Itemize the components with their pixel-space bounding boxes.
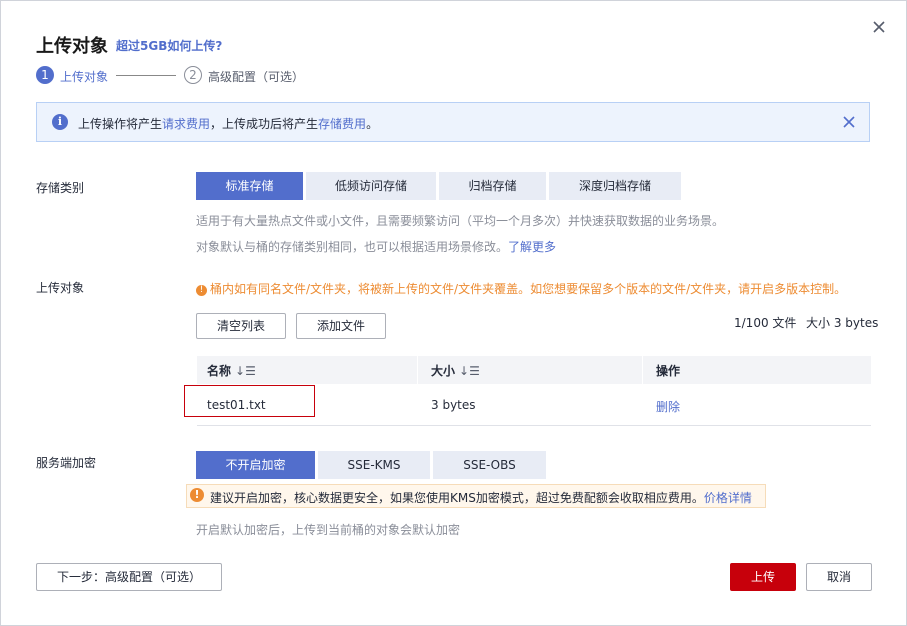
upload-button[interactable]: 上传 xyxy=(730,563,796,591)
sort-icon[interactable]: ↓☰ xyxy=(459,364,480,378)
column-name-label: 名称 xyxy=(207,364,232,378)
storage-class-archive[interactable]: 归档存储 xyxy=(439,172,546,200)
storage-class-hint-2-text: 对象默认与桶的存储类别相同，也可以根据适用场景修改。 xyxy=(196,240,509,254)
file-size-cell: 3 bytes xyxy=(431,398,476,412)
delete-file-link[interactable]: 删除 xyxy=(656,398,680,415)
step-2-label: 高级配置（可选） xyxy=(208,70,305,84)
file-count: 1/100 文件 xyxy=(734,316,797,330)
close-notice-icon[interactable] xyxy=(842,115,856,129)
encryption-warning-message: 建议开启加密，核心数据更安全，如果您使用KMS加密模式，超过免费配额会收取相应费… xyxy=(210,491,704,505)
info-icon: i xyxy=(52,114,68,130)
encryption-selector: 不开启加密 SSE-KMS SSE-OBS xyxy=(196,451,549,479)
overwrite-warning-text: 桶内如有同名文件/文件夹，将被新上传的文件/文件夹覆盖。如您想要保留多个版本的文… xyxy=(210,282,847,296)
encryption-sse-obs[interactable]: SSE-OBS xyxy=(433,451,546,479)
storage-class-infrequent[interactable]: 低频访问存储 xyxy=(306,172,436,200)
clear-list-button[interactable]: 清空列表 xyxy=(196,313,286,339)
encryption-sse-kms[interactable]: SSE-KMS xyxy=(318,451,430,479)
table-row-divider xyxy=(197,425,871,426)
storage-class-standard[interactable]: 标准存储 xyxy=(196,172,303,200)
step-1-label: 上传对象 xyxy=(60,70,109,84)
sort-icon[interactable]: ↓☰ xyxy=(235,364,256,378)
warning-icon: ! xyxy=(196,285,207,296)
storage-class-hint-2: 对象默认与桶的存储类别相同，也可以根据适用场景修改。了解更多 xyxy=(196,238,556,255)
step-connector xyxy=(116,75,176,76)
encryption-none[interactable]: 不开启加密 xyxy=(196,451,315,479)
column-size-label: 大小 xyxy=(431,364,456,378)
column-divider xyxy=(417,356,418,384)
encryption-warning-text: 建议开启加密，核心数据更安全，如果您使用KMS加密模式，超过免费配额会收取相应费… xyxy=(210,489,752,506)
column-size[interactable]: 大小 ↓☰ xyxy=(431,362,480,379)
storage-class-label: 存储类别 xyxy=(36,181,85,195)
dialog-title: 上传对象 xyxy=(36,36,108,57)
close-icon[interactable] xyxy=(870,18,888,36)
encryption-label: 服务端加密 xyxy=(36,456,97,470)
column-divider xyxy=(642,356,643,384)
fee-notice-text: 上传操作将产生请求费用，上传成功后将产生存储费用。 xyxy=(78,115,378,132)
request-fee-link[interactable]: 请求费用 xyxy=(162,117,210,131)
encryption-hint: 开启默认加密后，上传到当前桶的对象会默认加密 xyxy=(196,523,461,537)
total-size: 大小 3 bytes xyxy=(806,316,879,330)
storage-class-selector: 标准存储 低频访问存储 归档存储 深度归档存储 xyxy=(196,172,684,200)
fee-notice-text-2: ，上传成功后将产生 xyxy=(210,117,319,131)
upload-objects-label: 上传对象 xyxy=(36,281,85,295)
next-step-button[interactable]: 下一步：高级配置（可选） xyxy=(36,563,222,591)
fee-notice-text-1: 上传操作将产生 xyxy=(78,117,163,131)
large-file-help-link[interactable]: 超过5GB如何上传? xyxy=(116,37,222,54)
cancel-button[interactable]: 取消 xyxy=(806,563,872,591)
selection-highlight xyxy=(184,385,315,417)
overwrite-warning: ! 桶内如有同名文件/文件夹，将被新上传的文件/文件夹覆盖。如您想要保留多个版本的… xyxy=(196,280,846,297)
warning-icon: ! xyxy=(190,488,204,502)
price-details-link[interactable]: 价格详情 xyxy=(704,491,752,505)
file-table-header: 名称 ↓☰ 大小 ↓☰ 操作 xyxy=(197,356,871,384)
learn-more-link[interactable]: 了解更多 xyxy=(508,240,556,254)
step-1-number: 1 xyxy=(36,66,54,84)
fee-notice-text-3: 。 xyxy=(366,117,379,131)
storage-class-deep-archive[interactable]: 深度归档存储 xyxy=(549,172,681,200)
step-2-number: 2 xyxy=(184,66,202,84)
column-action: 操作 xyxy=(656,364,681,378)
storage-fee-link[interactable]: 存储费用 xyxy=(318,117,366,131)
add-file-button[interactable]: 添加文件 xyxy=(296,313,386,339)
storage-class-hint-1: 适用于有大量热点文件或小文件，且需要频繁访问（平均一个月多次）并快速获取数据的业… xyxy=(196,214,725,228)
column-name[interactable]: 名称 ↓☰ xyxy=(207,362,256,379)
